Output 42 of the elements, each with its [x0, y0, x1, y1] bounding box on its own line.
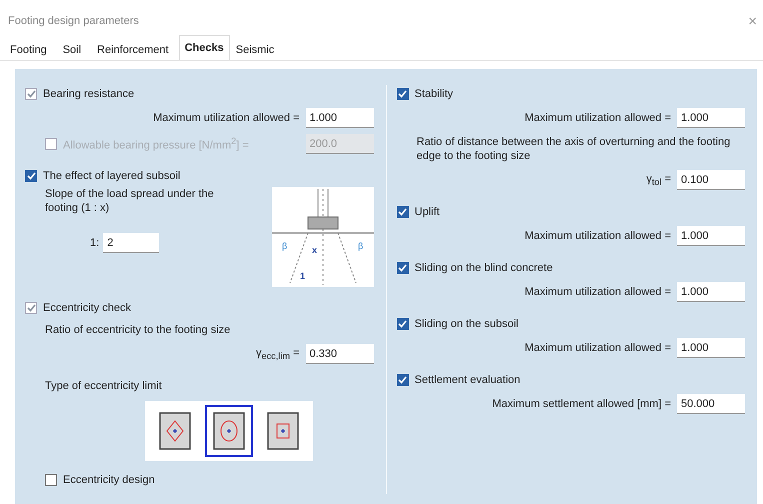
checkbox[interactable] — [396, 206, 408, 218]
tab[interactable]: Checks — [178, 35, 230, 60]
checkbox[interactable] — [25, 170, 37, 182]
checkbox[interactable] — [396, 262, 408, 274]
description-text: Slope of the load spread under the footing (1 : x) — [45, 187, 215, 215]
value-field[interactable]: 0.100 — [677, 170, 745, 190]
checkbox-label: The effect of layered subsoil — [43, 170, 180, 182]
checkbox[interactable] — [396, 374, 408, 386]
checkbox-label: Sliding on the subsoil — [414, 318, 518, 330]
description-text: Ratio of distance between the axis of overturning and the footing edge to the footing size — [416, 135, 732, 163]
value-field[interactable]: 1.000 — [677, 108, 745, 128]
field-label: Maximum utilization allowed = — [524, 342, 671, 354]
field-label: Maximum utilization allowed = — [153, 112, 300, 124]
checkbox-label: Bearing resistance — [43, 88, 134, 100]
field-label: γ$_{ecc,lim}$ = — [256, 346, 300, 362]
value-field[interactable]: 1.000 — [677, 338, 745, 358]
field-label: Maximum utilization allowed = — [524, 112, 671, 124]
checkbox[interactable] — [396, 318, 408, 330]
rectangle-limit-icon — [267, 412, 300, 450]
field-label: Maximum utilization allowed = — [524, 230, 671, 242]
value-field[interactable]: 1.000 — [677, 282, 745, 302]
checkbox-label: Stability — [414, 88, 454, 100]
field-label: γ$_{tol}$ = — [646, 172, 671, 188]
field-label: Maximum utilization allowed = — [524, 286, 671, 298]
value-field[interactable]: 1.000 — [677, 226, 745, 246]
field-label: Allowable bearing pressure [N/mm$^{2}$] = — [63, 136, 249, 152]
value-field[interactable]: 50.000 — [677, 394, 745, 414]
checkbox-label: Settlement evaluation — [414, 374, 520, 386]
checkbox-label: Eccentricity design — [63, 474, 155, 486]
window-title: Footing design parameters — [8, 15, 139, 27]
ratio-label: 1: — [90, 237, 100, 249]
diamond-limit-icon — [159, 412, 192, 450]
checkbox-label: Eccentricity check — [43, 302, 132, 314]
load-spread-drawing: β x 1 β — [272, 187, 374, 287]
field-label: Maximum settlement allowed [mm] = — [492, 398, 671, 410]
checkbox-label: Uplift — [414, 206, 440, 218]
description-text: Type of eccentricity limit — [45, 379, 163, 393]
checkbox-label: Sliding on the blind concrete — [414, 262, 553, 274]
description-text: Ratio of eccentricity to the footing size — [45, 323, 232, 337]
value-field[interactable]: 2 — [103, 233, 160, 253]
checkbox[interactable] — [396, 88, 408, 100]
ellipse-limit-icon — [213, 412, 246, 450]
